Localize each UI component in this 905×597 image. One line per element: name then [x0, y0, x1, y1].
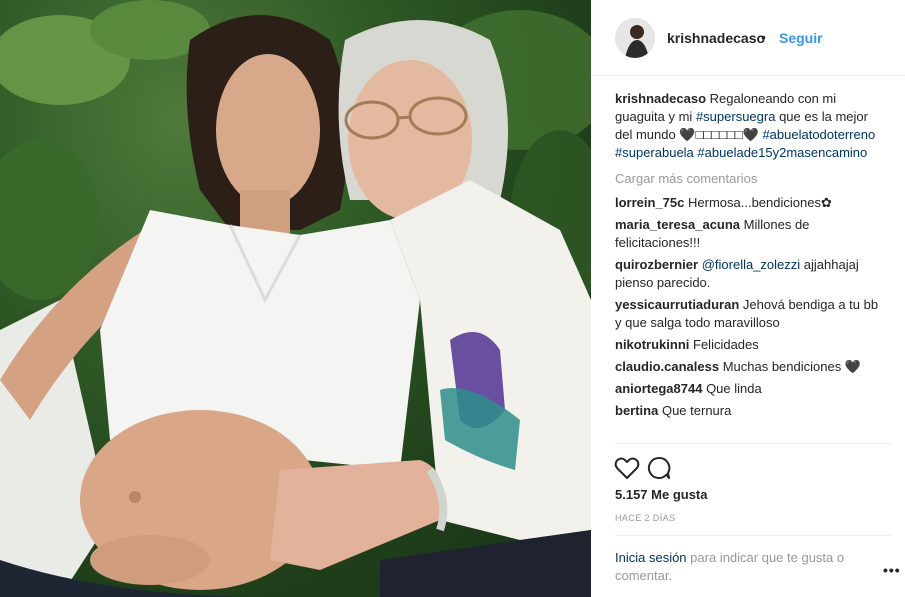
- post-header: krishnadecaso • Seguir: [591, 0, 905, 76]
- avatar-image: [615, 18, 655, 58]
- post-timestamp[interactable]: HACE 2 DÍAS: [615, 513, 675, 523]
- comment-item: maria_teresa_acuna Millones de felicitac…: [615, 216, 885, 252]
- follow-button[interactable]: Seguir: [779, 30, 823, 46]
- comment-button[interactable]: [645, 454, 673, 482]
- login-link[interactable]: Inicia sesión: [615, 550, 687, 565]
- comment-username[interactable]: aniortega8744: [615, 381, 702, 396]
- comment-username[interactable]: yessicaurrutiaduran: [615, 297, 739, 312]
- comment-username[interactable]: bertina: [615, 403, 658, 418]
- post-details-panel: krishnadecaso • Seguir krishnadecaso Reg…: [591, 0, 905, 597]
- comment-text: Que ternura: [661, 403, 732, 418]
- comment-item: aniortega8744 Que linda: [615, 380, 885, 398]
- comments-list[interactable]: krishnadecaso Regaloneando con mi guagui…: [615, 90, 885, 442]
- hashtag-link[interactable]: #abuelatodoterreno: [762, 127, 875, 142]
- comment-item: quirozbernier @fiorella_zolezzi ajjahhaj…: [615, 256, 885, 292]
- comment-item: claudio.canaless Muchas bendiciones 🖤: [615, 358, 885, 376]
- comment-item: yessicaurrutiaduran Jehová bendiga a tu …: [615, 296, 885, 332]
- hashtag-link[interactable]: #supersuegra: [696, 109, 776, 124]
- comment-text: Muchas bendiciones 🖤: [722, 359, 862, 374]
- comment-icon: [647, 456, 671, 479]
- comment-text: Hermosa...bendiciones✿: [688, 195, 832, 210]
- heart-icon: [614, 457, 640, 479]
- comment-item: lorrein_75c Hermosa...bendiciones✿: [615, 194, 885, 212]
- comment-text: Que linda: [706, 381, 762, 396]
- load-more-comments-button[interactable]: Cargar más comentarios: [615, 170, 885, 188]
- divider: [615, 443, 891, 444]
- comment-text: Felicidades: [693, 337, 759, 352]
- caption-username[interactable]: krishnadecaso: [615, 91, 706, 106]
- like-button[interactable]: [613, 454, 641, 482]
- comment-username[interactable]: nikotrukinni: [615, 337, 689, 352]
- login-prompt: Inicia sesión para indicar que te gusta …: [615, 549, 877, 585]
- avatar[interactable]: [615, 18, 655, 58]
- comment-username[interactable]: claudio.canaless: [615, 359, 719, 374]
- comment-username[interactable]: lorrein_75c: [615, 195, 684, 210]
- comment-item: bertina Que ternura: [615, 402, 885, 420]
- comment-username[interactable]: maria_teresa_acuna: [615, 217, 740, 232]
- header-username[interactable]: krishnadecaso: [667, 30, 765, 46]
- comment-item: nikotrukinni Felicidades: [615, 336, 885, 354]
- hashtag-link[interactable]: #superabuela: [615, 145, 694, 160]
- comment-mention[interactable]: @fiorella_zolezzi: [702, 257, 800, 272]
- likes-count[interactable]: 5.157 Me gusta: [615, 487, 708, 502]
- photo-illustration: [0, 0, 591, 597]
- hashtag-link[interactable]: #abuelade15y2masencamino: [697, 145, 867, 160]
- more-options-icon[interactable]: •••: [883, 562, 901, 578]
- post-photo[interactable]: [0, 0, 591, 597]
- comment-username[interactable]: quirozbernier: [615, 257, 698, 272]
- post-caption: krishnadecaso Regaloneando con mi guagui…: [615, 90, 885, 162]
- divider: [615, 535, 891, 536]
- header-separator: •: [761, 29, 766, 45]
